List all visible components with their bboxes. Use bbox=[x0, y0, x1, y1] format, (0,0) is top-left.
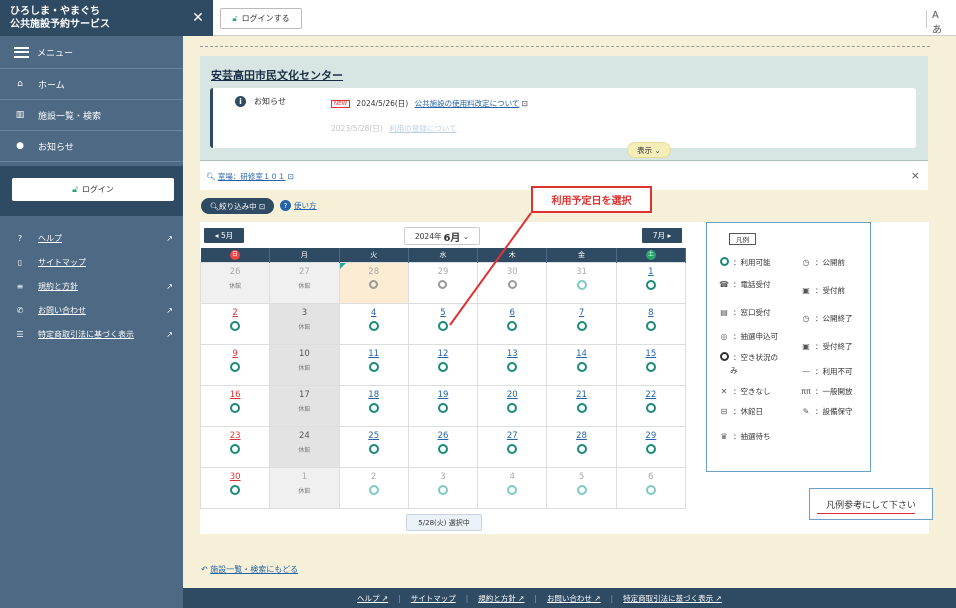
footer-link-terms[interactable]: 規約と方針 ↗ bbox=[478, 593, 524, 604]
annotation-line bbox=[449, 212, 532, 326]
footer-link-commerce[interactable]: 特定商取引法に基づく表示 ↗ bbox=[623, 593, 722, 604]
footer-link-help[interactable]: ヘルプ ↗ bbox=[357, 593, 388, 604]
footer-link-sitemap[interactable]: サイトマップ bbox=[411, 593, 456, 604]
footer-link-contact[interactable]: お問い合わせ ↗ bbox=[547, 593, 601, 604]
footer: ヘルプ ↗ | サイトマップ | 規約と方針 ↗ | お問い合わせ ↗ | 特定商取引法… bbox=[183, 588, 956, 608]
